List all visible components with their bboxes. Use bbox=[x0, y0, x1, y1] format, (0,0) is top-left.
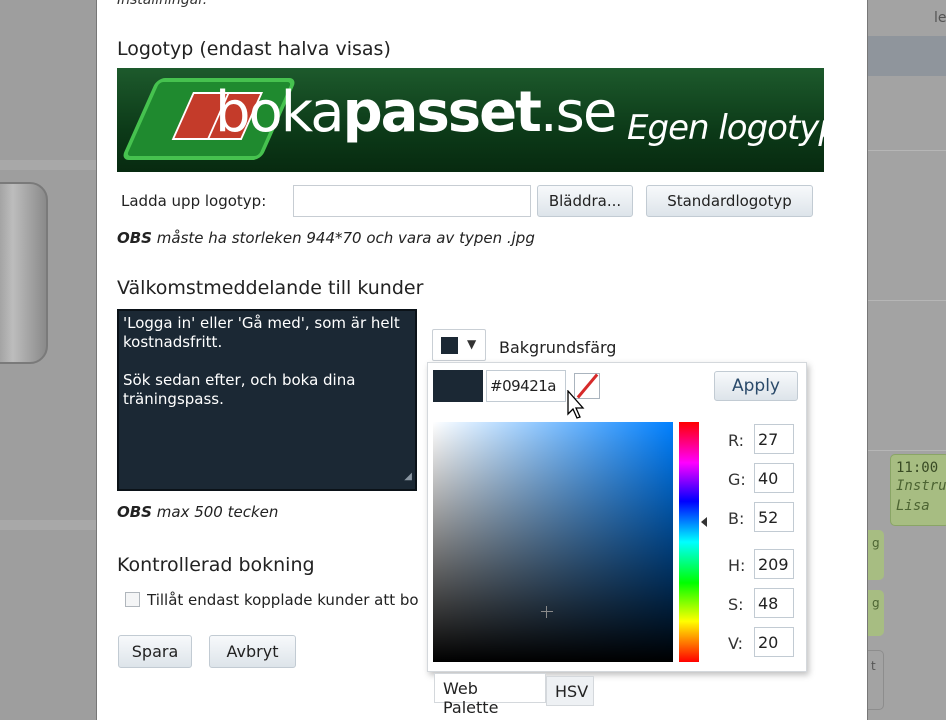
green-label: G: bbox=[728, 470, 746, 489]
controlled-booking-checkbox[interactable] bbox=[125, 592, 140, 607]
hue-slider[interactable] bbox=[679, 422, 699, 662]
event-instructor: Lisa bbox=[896, 498, 930, 514]
note-text: måste ha storleken 944*70 och vara av ty… bbox=[152, 229, 535, 247]
logo-text-tld: .se bbox=[539, 80, 617, 145]
mouse-pointer-icon bbox=[567, 390, 585, 419]
note-bold: OBS bbox=[117, 503, 152, 521]
logo-wordmark: bokapasset.se bbox=[215, 80, 617, 145]
logo-size-note: OBS måste ha storleken 944*70 och vara a… bbox=[117, 229, 535, 247]
note-text: max 500 tecken bbox=[152, 503, 279, 521]
background-band bbox=[0, 160, 96, 170]
calendar-gridline bbox=[868, 450, 946, 451]
save-button[interactable]: Spara bbox=[118, 635, 192, 668]
calendar-event-chip[interactable]: g bbox=[866, 590, 884, 636]
welcome-section-title: Välkomstmeddelande till kunder bbox=[117, 277, 424, 299]
background-color-label: Bakgrundsfärg bbox=[499, 338, 617, 357]
welcome-length-note: OBS max 500 tecken bbox=[117, 503, 278, 521]
note-bold: OBS bbox=[117, 229, 152, 247]
color-picker-popup: #09421a Apply R: 27 G: 40 B: 52 H: 209 S… bbox=[427, 362, 807, 672]
logo-tagline: Egen logotyp bbox=[627, 108, 824, 148]
logo-preview: bokapasset.se Egen logotyp bbox=[117, 68, 824, 172]
chevron-down-icon: ▼ bbox=[467, 337, 477, 351]
chip-text: g bbox=[872, 536, 880, 550]
logo-text-light: boka bbox=[215, 80, 345, 145]
color-swatch bbox=[441, 337, 458, 354]
background-color-dropdown[interactable]: ▼ bbox=[432, 329, 486, 361]
cut-off-heading: Inställningar. bbox=[117, 0, 208, 8]
value-input[interactable]: 20 bbox=[754, 627, 794, 657]
chip-text: g bbox=[872, 596, 880, 610]
background-device-graphic bbox=[0, 182, 48, 364]
controlled-booking-title: Kontrollerad bokning bbox=[117, 554, 315, 576]
calendar-event-chip[interactable]: g bbox=[866, 530, 884, 580]
blue-input[interactable]: 52 bbox=[754, 502, 794, 532]
hue-input[interactable]: 209 bbox=[754, 549, 794, 579]
value-label: V: bbox=[728, 634, 744, 653]
chip-text: t bbox=[871, 659, 876, 673]
crosshair-icon[interactable] bbox=[541, 606, 553, 618]
welcome-message-text: 'Logga in' eller 'Gå med', som är helt k… bbox=[123, 314, 400, 408]
logo-section-title: Logotyp (endast halva visas) bbox=[117, 38, 391, 60]
calendar-gridline bbox=[868, 150, 946, 151]
tab-hsv[interactable]: HSV bbox=[546, 676, 594, 706]
green-input[interactable]: 40 bbox=[754, 463, 794, 493]
red-input[interactable]: 27 bbox=[754, 424, 794, 454]
upload-logo-input[interactable] bbox=[293, 185, 531, 217]
welcome-message-textarea[interactable]: 'Logga in' eller 'Gå med', som är helt k… bbox=[117, 309, 417, 491]
apply-button[interactable]: Apply bbox=[714, 371, 798, 401]
background-calendar-header bbox=[868, 36, 946, 76]
red-label: R: bbox=[728, 431, 745, 450]
saturation-input[interactable]: 48 bbox=[754, 588, 794, 618]
saturation-value-area[interactable] bbox=[433, 422, 673, 662]
calendar-event-chip[interactable]: t bbox=[866, 650, 884, 710]
calendar-gridline bbox=[868, 300, 946, 301]
saturation-label: S: bbox=[728, 595, 744, 614]
event-time: 11:00 bbox=[896, 460, 939, 476]
cancel-button[interactable]: Avbryt bbox=[209, 635, 296, 668]
upload-logo-label: Ladda upp logotyp: bbox=[121, 192, 267, 210]
resize-grip-icon[interactable]: ◢ bbox=[404, 467, 412, 486]
hex-color-input[interactable]: #09421a bbox=[486, 370, 566, 402]
hue-slider-handle[interactable] bbox=[701, 517, 707, 527]
controlled-booking-label: Tillåt endast kopplade kunder att bo bbox=[147, 591, 419, 609]
tab-web-palette[interactable]: Web Palette bbox=[434, 673, 546, 717]
background-band bbox=[0, 520, 96, 530]
background-corner-text: le bbox=[934, 10, 946, 26]
blue-label: B: bbox=[728, 509, 745, 528]
browse-button[interactable]: Bläddra... bbox=[537, 185, 633, 217]
event-title: Instru bbox=[896, 478, 946, 494]
logo-text-bold: passet bbox=[342, 80, 542, 145]
hue-label: H: bbox=[728, 556, 746, 575]
calendar-event[interactable]: 11:00 Instru Lisa bbox=[890, 454, 946, 526]
color-preview bbox=[433, 370, 483, 402]
default-logo-button[interactable]: Standardlogotyp bbox=[646, 185, 813, 217]
